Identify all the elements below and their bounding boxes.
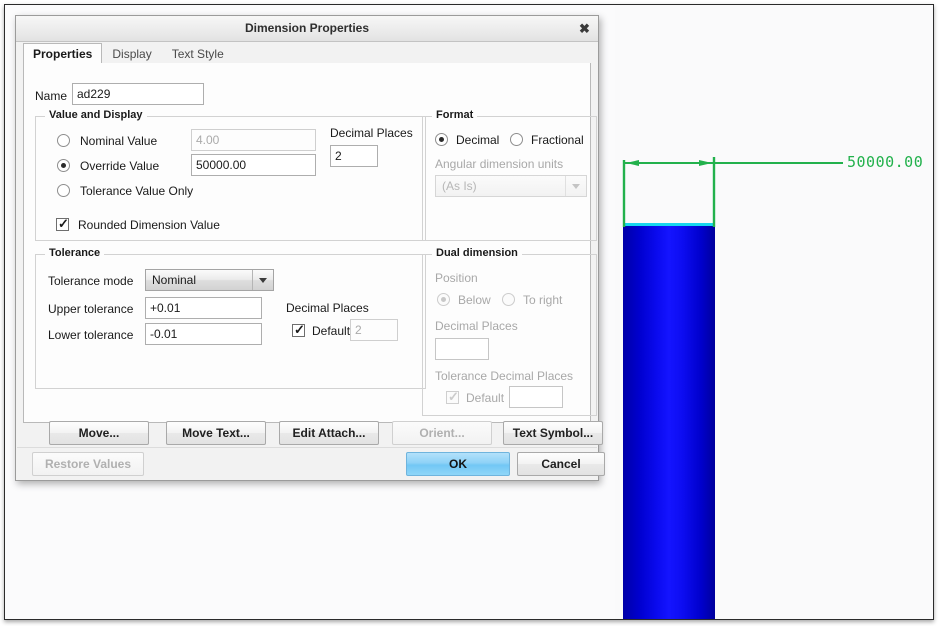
radio-override-value[interactable] [57, 159, 70, 172]
tolerance-mode-select[interactable]: Nominal [145, 269, 274, 291]
chevron-down-icon [565, 176, 586, 196]
tab-properties[interactable]: Properties [23, 43, 103, 64]
radio-dual-below [437, 293, 450, 306]
tolerance-mode-label: Tolerance mode [48, 274, 134, 288]
dialog-titlebar[interactable]: Dimension Properties ✖ [16, 16, 598, 42]
restore-values-button: Restore Values [32, 452, 144, 476]
move-button[interactable]: Move... [49, 421, 149, 445]
radio-fractional[interactable] [510, 133, 523, 146]
value-decimal-places-input[interactable]: 2 [330, 145, 378, 167]
upper-tolerance-label: Upper tolerance [48, 302, 134, 316]
rounded-dimension-label: Rounded Dimension Value [78, 218, 220, 232]
nominal-value-input: 4.00 [191, 129, 316, 151]
dialog-title: Dimension Properties [244, 21, 370, 35]
dual-position-label: Position [435, 271, 478, 285]
edit-attach-button[interactable]: Edit Attach... [279, 421, 379, 445]
radio-dual-to-right-label: To right [523, 293, 563, 307]
tab-display[interactable]: Display [102, 43, 161, 63]
dialog-footer: Restore Values OK Cancel [17, 447, 605, 479]
name-label: Name [35, 89, 68, 103]
dual-tolerance-default-label: Default [466, 391, 505, 405]
move-text-button[interactable]: Move Text... [166, 421, 266, 445]
tolerance-default-checkbox[interactable]: ✓ [292, 323, 305, 337]
tolerance-decimal-places-label: Decimal Places [286, 301, 369, 315]
rounded-dimension-checkbox[interactable]: ✓ [56, 217, 69, 231]
action-button-row: Move... Move Text... Edit Attach... Orie… [24, 421, 603, 447]
format-title: Format [432, 109, 478, 121]
value-decimal-places-label: Decimal Places [330, 126, 413, 140]
properties-panel: Name ad229 Value and Display Nominal Val… [23, 63, 597, 423]
ok-button[interactable]: OK [406, 452, 510, 476]
angular-units-label: Angular dimension units [435, 157, 564, 171]
dual-decimal-places-label: Decimal Places [435, 319, 518, 333]
cad-viewport[interactable]: 50000.00 [615, 5, 933, 619]
tab-strip: Properties Display Text Style [23, 43, 591, 65]
arrowhead-left [626, 160, 639, 166]
format-group: Format Decimal Fractional Angular dimens… [422, 109, 597, 241]
angular-units-select: (As Is) [435, 175, 587, 197]
orient-button: Orient... [392, 421, 492, 445]
radio-tolerance-value-only[interactable] [57, 184, 70, 197]
dual-tolerance-default-input [509, 386, 563, 408]
dual-dimension-group: Dual dimension Position Below To right D… [422, 247, 597, 416]
radio-tolerance-value-only-label: Tolerance Value Only [80, 184, 194, 198]
radio-dual-below-label: Below [458, 293, 491, 307]
cancel-button[interactable]: Cancel [517, 452, 605, 476]
tolerance-default-decimal-input: 2 [350, 319, 398, 341]
dual-tolerance-decimal-label: Tolerance Decimal Places [435, 369, 574, 383]
radio-decimal[interactable] [435, 133, 448, 146]
chevron-down-icon [252, 270, 273, 290]
tolerance-title: Tolerance [45, 247, 105, 259]
radio-nominal-value[interactable] [57, 134, 70, 147]
angular-units-value: (As Is) [442, 179, 477, 193]
override-value-input[interactable]: 50000.00 [191, 154, 316, 176]
dimension-properties-dialog: Dimension Properties ✖ Properties Displa… [15, 15, 605, 481]
tolerance-default-label: Default [312, 324, 351, 338]
radio-fractional-label: Fractional [531, 133, 584, 147]
text-symbol-button[interactable]: Text Symbol... [503, 421, 603, 445]
radio-override-value-label: Override Value [80, 159, 160, 173]
close-icon[interactable]: ✖ [575, 19, 594, 38]
radio-nominal-value-label: Nominal Value [80, 134, 158, 148]
tolerance-group: Tolerance Tolerance mode Nominal Upper t… [35, 247, 426, 389]
part-solid-block [623, 226, 715, 619]
radio-decimal-label: Decimal [456, 133, 500, 147]
application-frame: 50000.00 Dimension Properties ✖ Properti… [4, 4, 934, 620]
upper-tolerance-input[interactable]: +0.01 [145, 297, 262, 319]
value-and-display-title: Value and Display [45, 109, 147, 121]
lower-tolerance-input[interactable]: -0.01 [145, 323, 262, 345]
arrowhead-right [699, 160, 712, 166]
name-input[interactable]: ad229 [72, 83, 204, 105]
tab-text-style[interactable]: Text Style [162, 43, 234, 63]
dual-tolerance-default-checkbox: ✓ [446, 389, 459, 404]
radio-dual-to-right [502, 293, 515, 306]
dual-decimal-places-input [435, 338, 489, 360]
dual-dimension-title: Dual dimension [432, 247, 522, 259]
dimension-annotation[interactable] [615, 5, 933, 255]
lower-tolerance-label: Lower tolerance [48, 328, 134, 342]
tolerance-mode-value: Nominal [152, 273, 197, 287]
dimension-value-label: 50000.00 [847, 153, 924, 171]
